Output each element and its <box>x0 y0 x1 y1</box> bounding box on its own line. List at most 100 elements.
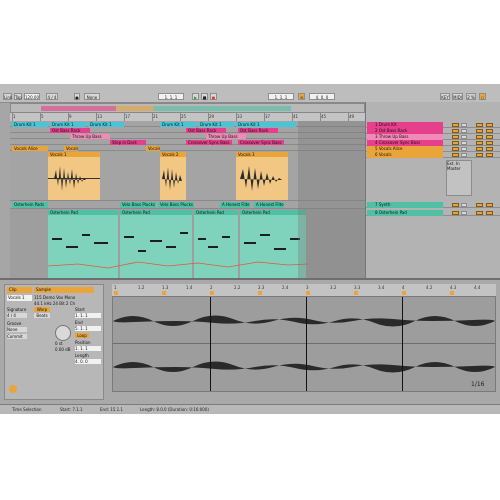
warp-marker[interactable] <box>210 291 214 295</box>
track-solo-button[interactable] <box>461 141 467 145</box>
track-name[interactable]: 8 Osterhein Pad <box>367 210 443 216</box>
arrangement-overview[interactable] <box>10 103 365 113</box>
commit-button[interactable]: Commit <box>7 334 27 339</box>
overdub-icon[interactable]: ○ <box>479 93 486 100</box>
track-solo-button[interactable] <box>461 135 467 139</box>
clip-vocal-alice-2[interactable]: Vocals <box>64 146 78 151</box>
clip-drum-2[interactable]: Drum Kit 1 <box>50 122 86 127</box>
track-activator-button[interactable] <box>452 147 459 151</box>
clip-vocals-2[interactable]: Vocals 2 <box>160 152 186 200</box>
position-field[interactable]: 1. 1. 1 <box>158 93 184 100</box>
signature-field[interactable]: 4 / 4 <box>7 313 27 318</box>
clip-synth-1[interactable]: Osterhein Pads <box>12 202 48 208</box>
track-pan-field[interactable] <box>486 147 493 151</box>
loop-switch-icon[interactable]: ⟲ <box>298 93 305 100</box>
loop-length-field[interactable]: 4. 0. 0 <box>309 93 335 100</box>
track-solo-button[interactable] <box>461 129 467 133</box>
quantize-select[interactable]: None <box>84 93 100 100</box>
clip-name-field[interactable]: Vocals 1 <box>7 295 32 301</box>
clip-synth-5[interactable]: A Honest Filte <box>254 202 284 208</box>
track-pan-field[interactable] <box>486 135 493 139</box>
track-name[interactable]: 6 Vocals <box>367 152 443 158</box>
warp-marker[interactable] <box>162 291 166 295</box>
key-map-button[interactable]: KEY <box>440 93 450 100</box>
clip-drum-6[interactable]: Drum Kit 1 <box>236 122 296 127</box>
track-row[interactable]: 6 Vocals <box>366 152 500 158</box>
clip-throw-1[interactable]: Throw Up Bass <box>70 134 110 139</box>
stop-icon[interactable]: ■ <box>201 93 208 100</box>
clip-synth-4[interactable]: A Honest Filte <box>220 202 250 208</box>
warp-marker[interactable] <box>450 291 454 295</box>
meter-field[interactable]: 4 / 4 <box>46 93 58 100</box>
track-activator-button[interactable] <box>452 123 459 127</box>
sample-ruler[interactable]: 1 1.2 1.3 1.4 2 2.2 2.3 2.4 3 3.2 3.3 3.4 4 4.2 4.3 4.4 <box>112 284 496 296</box>
track-activator-button[interactable] <box>452 141 459 145</box>
sample-editor[interactable]: 1/16 <box>112 296 496 392</box>
start-field[interactable]: 1. 1. 1 <box>75 313 101 318</box>
clip-activator-icon[interactable] <box>9 385 17 393</box>
warp-marker[interactable] <box>114 291 118 295</box>
track-activator-button[interactable] <box>452 203 459 207</box>
warp-button[interactable]: Warp <box>34 307 50 312</box>
track-row[interactable]: 7 Synth <box>366 202 500 208</box>
input-output-section[interactable]: Ext. In Master <box>446 160 472 196</box>
track-volume-field[interactable] <box>476 147 483 151</box>
loop-start-field[interactable]: 1. 1. 1 <box>268 93 294 100</box>
track-volume-field[interactable] <box>476 211 483 215</box>
track-volume-field[interactable] <box>476 135 483 139</box>
track-solo-button[interactable] <box>461 147 467 151</box>
track-activator-button[interactable] <box>452 153 459 157</box>
track-volume-field[interactable] <box>476 123 483 127</box>
warp-marker[interactable] <box>354 291 358 295</box>
track-solo-button[interactable] <box>461 203 467 207</box>
end-field[interactable]: 5. 1. 1 <box>75 326 101 331</box>
link-button[interactable]: Link <box>3 93 12 100</box>
clip-bass-3[interactable]: Ost Bass Rack <box>238 128 278 133</box>
warp-marker[interactable] <box>258 291 262 295</box>
clip-bass-1[interactable]: Ost Bass Rack <box>50 128 90 133</box>
warp-mode-select[interactable]: Beats <box>34 313 50 318</box>
clip-vocal-alice-3[interactable]: Vocals <box>146 146 160 151</box>
clip-synth-2[interactable]: Velo Bass Plucks <box>120 202 156 208</box>
track-volume-field[interactable] <box>476 129 483 133</box>
clip-drum-4[interactable]: Drum Kit 1 <box>160 122 196 127</box>
tap-button[interactable]: Tap <box>14 93 22 100</box>
warp-marker[interactable] <box>306 291 310 295</box>
track-pan-field[interactable] <box>486 203 493 207</box>
track-activator-button[interactable] <box>452 135 459 139</box>
track-solo-button[interactable] <box>461 123 467 127</box>
clip-vocal-alice-1[interactable]: Vocals Alice <box>12 146 48 151</box>
clip-tab[interactable]: Clip <box>7 287 32 293</box>
track-pan-field[interactable] <box>486 141 493 145</box>
track-activator-button[interactable] <box>452 211 459 215</box>
track-solo-button[interactable] <box>461 153 467 157</box>
transpose-knob[interactable] <box>55 325 71 341</box>
track-pan-field[interactable] <box>486 129 493 133</box>
clip-vocals-3[interactable]: Vocals 3 <box>236 152 288 200</box>
track-solo-button[interactable] <box>461 211 467 215</box>
play-icon[interactable]: ▶ <box>192 93 199 100</box>
clip-throw-2[interactable]: Throw Up Bass <box>206 134 246 139</box>
track-name[interactable]: 7 Synth <box>367 202 443 208</box>
warp-marker[interactable] <box>402 291 406 295</box>
clip-vocals-1[interactable]: Vocals 1 <box>48 152 100 200</box>
position-field[interactable]: 1. 1. 1 <box>75 346 101 351</box>
record-icon[interactable]: ● <box>210 93 217 100</box>
clip-drum-5[interactable]: Drum Kit 1 <box>198 122 234 127</box>
track-activator-button[interactable] <box>452 129 459 133</box>
midi-map-button[interactable]: MIDI <box>452 93 463 100</box>
clip-sync-3[interactable]: Crossover Sync Bass <box>238 140 284 145</box>
track-pan-field[interactable] <box>486 123 493 127</box>
track-pan-field[interactable] <box>486 153 493 157</box>
track-row[interactable]: 8 Osterhein Pad <box>366 210 500 216</box>
length-field[interactable]: 4. 0. 0 <box>75 359 101 364</box>
tempo-field[interactable]: 120.00 <box>24 93 40 100</box>
track-volume-field[interactable] <box>476 203 483 207</box>
clip-synth-3[interactable]: Velo Bass Plucks <box>158 202 194 208</box>
track-volume-field[interactable] <box>476 141 483 145</box>
track-pan-field[interactable] <box>486 211 493 215</box>
metronome-icon[interactable]: ● <box>74 93 80 100</box>
clip-drum-3[interactable]: Drum Kit 1 <box>88 122 124 127</box>
clip-sync-2[interactable]: Crossover Sync Bass <box>186 140 232 145</box>
track-volume-field[interactable] <box>476 153 483 157</box>
